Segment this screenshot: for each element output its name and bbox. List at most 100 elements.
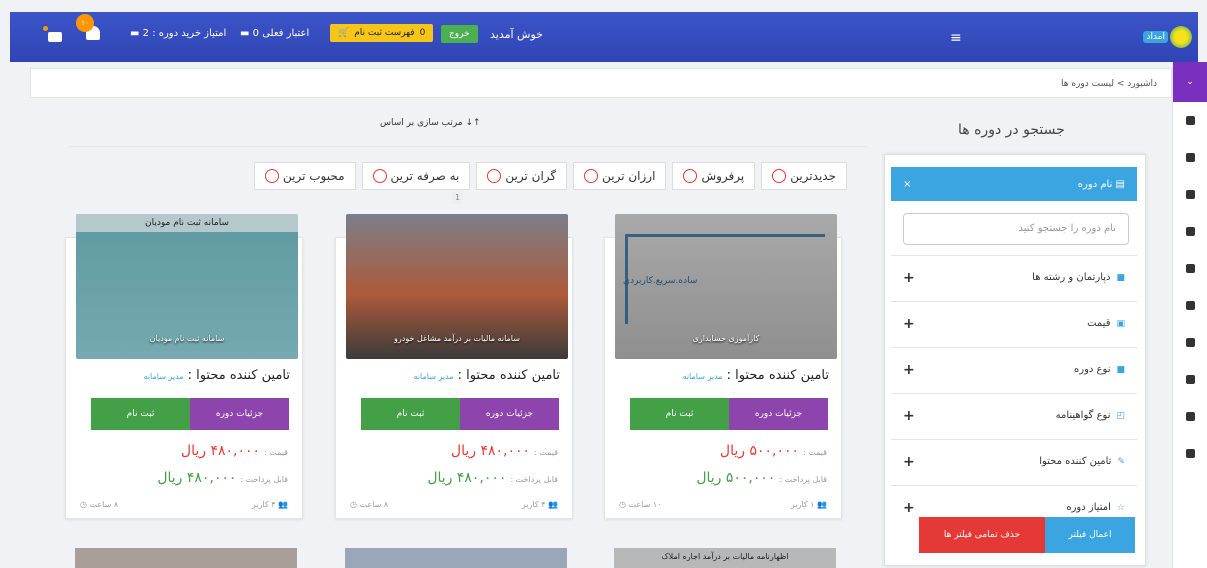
logo-text: امداد — [1143, 31, 1168, 43]
sidebar-item-edit[interactable] — [1173, 250, 1207, 287]
page-number[interactable]: 1 — [452, 191, 464, 204]
price-value: ۵۰۰,۰۰۰ ریال — [719, 443, 800, 459]
messages-icon[interactable] — [48, 32, 62, 42]
users-icon: 👥 — [548, 500, 558, 509]
megaphone-icon — [1185, 301, 1195, 310]
course-details-button[interactable]: جزئیات دوره — [190, 398, 289, 430]
course-search-input[interactable]: نام دوره را جستجو کنید — [903, 213, 1129, 245]
radio-icon[interactable] — [683, 169, 698, 183]
sidebar-item-announce[interactable] — [1173, 287, 1207, 324]
radio-icon[interactable] — [584, 169, 599, 183]
filter-price[interactable]: ▣ قیمت + — [891, 301, 1137, 345]
sidebar-item-bomb[interactable] — [1173, 324, 1207, 361]
sidebar-item-briefcase[interactable] — [1173, 139, 1207, 176]
sidebar-item-money[interactable] — [1173, 213, 1207, 250]
edit-icon — [1185, 264, 1195, 273]
user-count: 👥 ۴ کاربر — [522, 500, 558, 509]
sidebar-item-more[interactable] — [1173, 435, 1207, 472]
course-details-button[interactable]: جزئیات دوره — [460, 398, 559, 430]
plus-icon[interactable]: + — [903, 316, 915, 332]
logo-icon — [1170, 26, 1192, 48]
apply-filter-button[interactable]: اعمال فیلتر — [1045, 517, 1135, 553]
course-payable: قابل پرداخت :۵۰۰,۰۰۰ ریال — [696, 470, 827, 486]
course-duration: ۸ ساعت ◷ — [350, 500, 388, 509]
plus-icon[interactable]: + — [903, 454, 915, 470]
clear-filters-button[interactable]: حذف تمامی فیلتر ها — [919, 517, 1045, 553]
filter-department[interactable]: ■ دپارتمان و رشته ها + — [891, 255, 1137, 299]
course-card-next[interactable]: اظهارنامه مالیات بر درآمد اجاره املاک — [614, 548, 836, 568]
sort-option-bestseller[interactable]: پرفروش — [672, 162, 756, 190]
star-icon: ☆ — [1116, 502, 1125, 513]
provider-name[interactable]: مدیر سامانه — [144, 372, 184, 381]
sidebar-item-home[interactable] — [1173, 361, 1207, 398]
sort-option-popular[interactable]: محبوب ترین — [254, 162, 356, 190]
register-button[interactable]: ثبت نام — [91, 398, 190, 430]
logout-button[interactable]: خروج — [441, 25, 478, 43]
content-provider: تامین کننده محتوا : مدیر سامانه — [683, 368, 829, 383]
sidebar-item-dashboard[interactable] — [1173, 102, 1207, 139]
user-count-text: ۴ کاربر — [521, 500, 546, 509]
content-provider: تامین کننده محتوا : مدیر سامانه — [144, 368, 290, 383]
provider-label: تامین کننده محتوا : — [457, 368, 560, 383]
sort-icon: ↓↑ — [465, 118, 481, 128]
course-card: سامانه مالیات بر درآمد مشاغل خودرو تامین… — [335, 214, 573, 519]
plus-icon[interactable]: + — [903, 500, 915, 516]
plus-icon[interactable]: + — [903, 270, 915, 286]
course-card-next[interactable] — [75, 548, 297, 568]
provider-name[interactable]: مدیر سامانه — [414, 372, 454, 381]
filter-course-name-header[interactable]: × نام دوره ▤ — [891, 167, 1137, 201]
radio-icon[interactable] — [772, 169, 787, 183]
plus-icon[interactable]: + — [903, 408, 915, 424]
course-image[interactable]: سامانه ثبت نام مودیان سامانه ثبت نام مود… — [76, 214, 298, 359]
course-image-tag: ساده.سریع.کاربردی — [623, 276, 698, 286]
filter-certificate-type[interactable]: ◰ نوع گواهینامه + — [891, 393, 1137, 437]
course-image[interactable]: ساده.سریع.کاربردی کارآموزی حسابداری — [615, 214, 837, 359]
sort-option-best-value[interactable]: به صرفه ترین — [361, 162, 471, 190]
filter-head-text: نام دوره — [1077, 178, 1113, 190]
credit-card-icon: ▬ — [240, 28, 250, 39]
course-image[interactable]: سامانه مالیات بر درآمد مشاغل خودرو — [346, 214, 568, 359]
close-icon[interactable]: × — [903, 179, 911, 190]
certificate-icon: ◰ — [1116, 410, 1125, 421]
course-price: قیمت :۵۰۰,۰۰۰ ریال — [720, 443, 827, 459]
menu-toggle-icon[interactable]: ≡ — [950, 30, 962, 46]
payable-value: ۴۸۰,۰۰۰ ریال — [427, 470, 507, 486]
bomb-icon — [1185, 338, 1195, 347]
course-payable: قابل پرداخت :۴۸۰,۰۰۰ ریال — [157, 470, 288, 486]
book-icon: ■ — [1116, 364, 1125, 375]
money-icon — [1185, 227, 1195, 236]
price-label: قیمت : — [803, 448, 827, 457]
notifications-bell-icon[interactable]: ۱۰ — [76, 14, 100, 42]
cart-label: فهرست ثبت نام — [354, 28, 415, 38]
register-button[interactable]: ثبت نام — [361, 398, 460, 430]
filter-content-provider[interactable]: ✎ تامین کننده محتوا + — [891, 439, 1137, 483]
course-price: قیمت :۴۸۰,۰۰۰ ریال — [181, 443, 288, 459]
radio-icon[interactable] — [372, 169, 387, 183]
plus-icon[interactable]: + — [903, 362, 915, 378]
divider — [68, 146, 868, 147]
course-details-button[interactable]: جزئیات دوره — [729, 398, 828, 430]
duration-text: ۸ ساعت — [359, 500, 389, 509]
duration-text: ۸ ساعت — [89, 500, 119, 509]
radio-icon[interactable] — [265, 169, 279, 183]
register-button[interactable]: ثبت نام — [630, 398, 729, 430]
sidebar-collapse-icon[interactable]: ⌄ — [1173, 62, 1207, 102]
brand-logo[interactable]: امداد — [1142, 24, 1192, 50]
cart-icon: 🛒 — [338, 28, 350, 38]
sort-option-most-expensive[interactable]: گران ترین — [476, 162, 568, 190]
radio-icon[interactable] — [487, 169, 502, 183]
cart-button[interactable]: 🛒 فهرست ثبت نام 0 — [330, 24, 434, 42]
sidebar-item-users[interactable] — [1173, 398, 1207, 435]
breadcrumb[interactable]: داشبورد > لیست دوره ها — [30, 68, 1172, 98]
filter-course-type[interactable]: ■ نوع دوره + — [891, 347, 1137, 391]
circle-icon — [1185, 449, 1195, 458]
sort-option-newest[interactable]: جدیدترین — [761, 162, 847, 190]
payable-label: قابل پرداخت : — [240, 475, 288, 484]
filter-text: قیمت — [1087, 318, 1111, 329]
sort-option-cheapest[interactable]: ارزان ترین — [573, 162, 667, 190]
provider-label: تامین کننده محتوا : — [726, 368, 829, 383]
course-card-next[interactable] — [345, 548, 567, 568]
sort-option-label: ارزان ترین — [602, 169, 656, 183]
provider-name[interactable]: مدیر سامانه — [683, 372, 723, 381]
sidebar-item-add[interactable] — [1173, 176, 1207, 213]
